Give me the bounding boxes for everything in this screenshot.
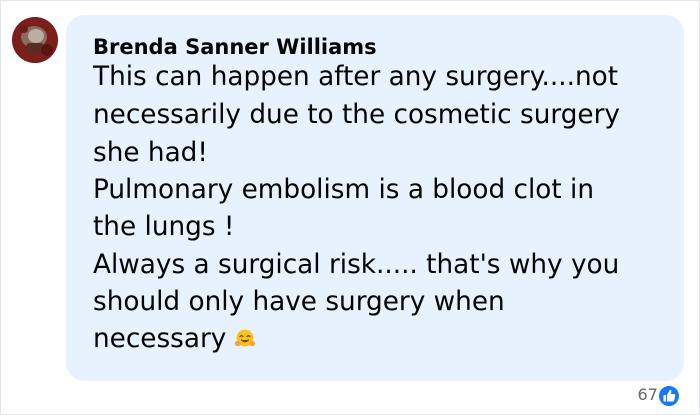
comment-text-line: the lungs ! [93, 212, 235, 242]
comment-text-line: she had! [93, 138, 208, 168]
comment-text-last-line: necessary [93, 322, 256, 359]
comment-text-line: This can happen after any surgery....not [93, 62, 619, 92]
avatar[interactable] [12, 17, 58, 63]
comment-text-line: Pulmonary embolism is a blood clot in [93, 175, 595, 205]
comment-text-line: necessary [93, 324, 227, 354]
comment-author-name[interactable]: Brenda Sanner Williams [93, 34, 377, 60]
hugging-face-emoji-icon [234, 325, 256, 359]
avatar-photo-icon [12, 17, 58, 63]
like-reaction-icon[interactable] [658, 385, 680, 407]
comment-text-line: should only have surgery when [93, 287, 505, 317]
comment-text-line: Always a surgical risk..... that's why y… [93, 250, 620, 280]
comment-text-line: necessarily due to the cosmetic surgery [93, 100, 620, 130]
